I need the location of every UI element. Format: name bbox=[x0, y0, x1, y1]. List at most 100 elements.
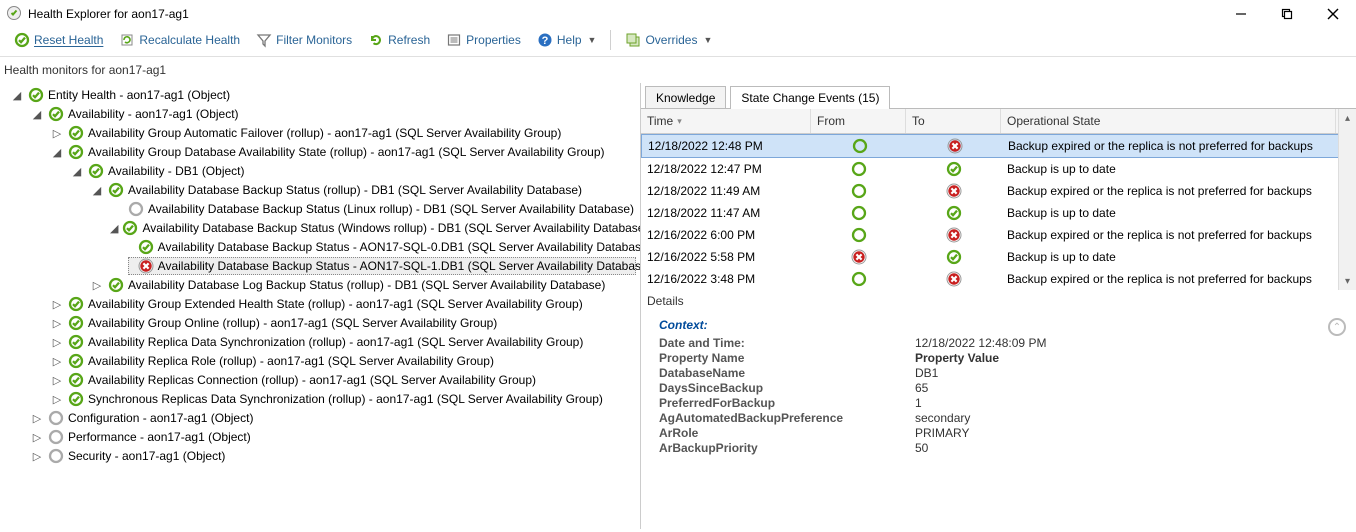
minimize-button[interactable] bbox=[1218, 0, 1264, 28]
ok-icon bbox=[68, 296, 84, 312]
context-heading: Context: bbox=[659, 318, 1322, 332]
ok-icon bbox=[14, 32, 30, 48]
overrides-button[interactable]: Overrides ▼ bbox=[621, 30, 716, 50]
collapse-icon[interactable]: ◢ bbox=[10, 88, 24, 102]
expand-icon[interactable]: ▷ bbox=[50, 373, 64, 387]
collapse-icon[interactable]: ◢ bbox=[50, 145, 64, 159]
window-title: Health Explorer for aon17-ag1 bbox=[28, 7, 189, 21]
detail-key: Property Name bbox=[659, 351, 915, 365]
tree-item[interactable]: ◢Availability - DB1 (Object) bbox=[68, 162, 636, 180]
events-row[interactable]: 12/16/2022 3:48 PMBackup expired or the … bbox=[641, 268, 1356, 290]
ok-icon bbox=[68, 334, 84, 350]
empty-icon bbox=[128, 201, 144, 217]
cell-state: Backup is up to date bbox=[1001, 247, 1336, 267]
detail-value: PRIMARY bbox=[915, 426, 1322, 440]
scroll-up-icon[interactable]: ▴ bbox=[1339, 109, 1356, 127]
empty-icon bbox=[48, 429, 64, 445]
cell-time: 12/16/2022 5:58 PM bbox=[641, 247, 811, 267]
ok-icon bbox=[88, 163, 104, 179]
column-to[interactable]: To bbox=[906, 109, 1001, 133]
events-row[interactable]: 12/18/2022 11:49 AMBackup expired or the… bbox=[641, 180, 1356, 202]
cell-to bbox=[907, 135, 1002, 157]
refresh-button[interactable]: Refresh bbox=[364, 30, 434, 50]
tree-item-availability[interactable]: ◢ Availability - aon17-ag1 (Object) bbox=[28, 105, 636, 123]
column-time[interactable]: Time▾ bbox=[641, 109, 811, 133]
expand-icon[interactable]: ▷ bbox=[50, 354, 64, 368]
tree-item[interactable]: ◢Availability Database Backup Status (ro… bbox=[88, 181, 636, 199]
tree-item[interactable]: ◢Availability Database Backup Status (Wi… bbox=[108, 219, 636, 237]
monitor-tree[interactable]: ◢ Entity Health - aon17-ag1 (Object) ◢ A… bbox=[0, 83, 640, 529]
column-operational-state[interactable]: Operational State bbox=[1001, 109, 1336, 133]
expand-icon[interactable]: ▷ bbox=[50, 392, 64, 406]
tab-knowledge[interactable]: Knowledge bbox=[645, 86, 726, 109]
column-from[interactable]: From bbox=[811, 109, 906, 133]
filter-monitors-button[interactable]: Filter Monitors bbox=[252, 30, 356, 50]
properties-button[interactable]: Properties bbox=[442, 30, 525, 50]
events-row[interactable]: 12/18/2022 12:47 PMBackup is up to date bbox=[641, 158, 1356, 180]
scrollbar[interactable]: ▴ ▾ bbox=[1338, 109, 1356, 290]
events-row[interactable]: 12/18/2022 12:48 PMBackup expired or the… bbox=[641, 134, 1356, 158]
ok-icon bbox=[122, 220, 138, 236]
events-table: Time▾ From To Operational State 12/18/20… bbox=[641, 108, 1356, 290]
tree-item-entity-health[interactable]: ◢ Entity Health - aon17-ag1 (Object) bbox=[8, 86, 636, 104]
tree-item[interactable]: ◢Availability Group Database Availabilit… bbox=[48, 143, 636, 161]
ok-icon bbox=[28, 87, 44, 103]
cell-time: 12/18/2022 11:47 AM bbox=[641, 203, 811, 223]
recalculate-health-button[interactable]: Recalculate Health bbox=[115, 30, 244, 50]
tree-item-selected[interactable]: ·Availability Database Backup Status - A… bbox=[128, 257, 636, 275]
maximize-button[interactable] bbox=[1264, 0, 1310, 28]
ok-icon bbox=[68, 372, 84, 388]
tree-item[interactable]: ·Availability Database Backup Status (Li… bbox=[108, 200, 636, 218]
expand-icon[interactable]: ▷ bbox=[30, 449, 44, 463]
scroll-down-icon[interactable]: ▾ bbox=[1339, 272, 1356, 290]
tree-item-security[interactable]: ▷Security - aon17-ag1 (Object) bbox=[28, 447, 636, 465]
cell-to bbox=[906, 246, 1001, 268]
tab-state-change-events[interactable]: State Change Events (15) bbox=[730, 86, 890, 109]
detail-key: AgAutomatedBackupPreference bbox=[659, 411, 915, 425]
ok-icon bbox=[68, 391, 84, 407]
overrides-icon bbox=[625, 32, 641, 48]
cell-time: 12/18/2022 12:47 PM bbox=[641, 159, 811, 179]
events-row[interactable]: 12/18/2022 11:47 AMBackup is up to date bbox=[641, 202, 1356, 224]
title-bar: Health Explorer for aon17-ag1 bbox=[0, 0, 1356, 28]
expand-icon[interactable]: ▷ bbox=[30, 411, 44, 425]
ok-icon bbox=[138, 239, 154, 255]
toolbar-separator bbox=[610, 30, 611, 50]
cell-state: Backup expired or the replica is not pre… bbox=[1001, 269, 1336, 289]
cell-from bbox=[811, 246, 906, 268]
cell-time: 12/16/2022 6:00 PM bbox=[641, 225, 811, 245]
expand-icon[interactable]: ▷ bbox=[50, 126, 64, 140]
expand-icon[interactable]: ▷ bbox=[50, 335, 64, 349]
expand-icon[interactable]: ▷ bbox=[50, 297, 64, 311]
detail-key: DatabaseName bbox=[659, 366, 915, 380]
tree-item[interactable]: ▷Availability Database Log Backup Status… bbox=[88, 276, 636, 294]
collapse-icon[interactable]: ◢ bbox=[90, 183, 104, 197]
toolbar: Reset Health Recalculate Health Filter M… bbox=[0, 28, 1356, 57]
detail-value: 50 bbox=[915, 441, 1322, 455]
sort-desc-icon: ▾ bbox=[677, 116, 682, 127]
close-button[interactable] bbox=[1310, 0, 1356, 28]
tree-item[interactable]: ▷Availability Replicas Connection (rollu… bbox=[48, 371, 636, 389]
collapse-icon[interactable]: ◢ bbox=[110, 221, 118, 235]
tree-item-performance[interactable]: ▷Performance - aon17-ag1 (Object) bbox=[28, 428, 636, 446]
tree-item-configuration[interactable]: ▷Configuration - aon17-ag1 (Object) bbox=[28, 409, 636, 427]
tree-item[interactable]: ▷Availability Replica Role (rollup) - ao… bbox=[48, 352, 636, 370]
tree-item[interactable]: ▷Availability Group Online (rollup) - ao… bbox=[48, 314, 636, 332]
tree-item[interactable]: ▷Synchronous Replicas Data Synchronizati… bbox=[48, 390, 636, 408]
collapse-icon[interactable]: ◢ bbox=[70, 164, 84, 178]
help-button[interactable]: Help ▼ bbox=[533, 30, 601, 50]
tree-item[interactable]: ▷Availability Group Extended Health Stat… bbox=[48, 295, 636, 313]
expand-icon[interactable]: ▷ bbox=[50, 316, 64, 330]
chevron-down-icon: ▼ bbox=[703, 35, 712, 45]
events-row[interactable]: 12/16/2022 5:58 PM Backup is up to date bbox=[641, 246, 1356, 268]
expand-icon[interactable]: ▷ bbox=[30, 430, 44, 444]
tree-item[interactable]: ·Availability Database Backup Status - A… bbox=[128, 238, 636, 256]
detail-value: 1 bbox=[915, 396, 1322, 410]
collapse-details-icon[interactable]: ⌃ bbox=[1328, 318, 1346, 336]
expand-icon[interactable]: ▷ bbox=[90, 278, 104, 292]
reset-health-button[interactable]: Reset Health bbox=[10, 30, 107, 50]
tree-item[interactable]: ▷Availability Group Automatic Failover (… bbox=[48, 124, 636, 142]
events-row[interactable]: 12/16/2022 6:00 PMBackup expired or the … bbox=[641, 224, 1356, 246]
tree-item[interactable]: ▷Availability Replica Data Synchronizati… bbox=[48, 333, 636, 351]
collapse-icon[interactable]: ◢ bbox=[30, 107, 44, 121]
